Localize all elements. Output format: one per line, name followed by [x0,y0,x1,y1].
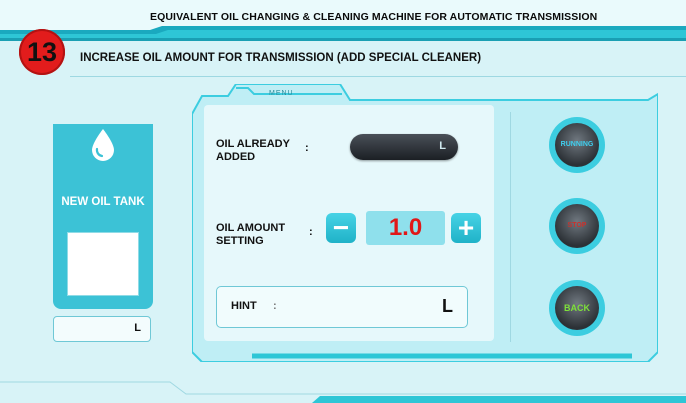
oil-drop-icon [92,129,114,161]
oil-added-label: OIL ALREADY ADDED [216,138,290,164]
app-title: EQUIVALENT OIL CHANGING & CLEANING MACHI… [150,11,598,23]
step-number-badge: 13 [19,29,65,75]
tank-level-window [67,232,139,296]
new-oil-tank: NEW OIL TANK [53,124,153,309]
header-separator [70,76,686,77]
tank-amount-readout: L [53,316,151,342]
oil-amount-label: OIL AMOUNT SETTING [216,222,285,248]
oil-amount-colon: : [309,226,313,238]
back-button-label: BACK [555,286,599,330]
increase-amount-button[interactable]: + [451,213,481,243]
panel-divider [510,112,511,342]
tank-unit: L [134,322,141,334]
oil-amount-value: 1.0 [366,211,445,245]
header-shape [0,26,686,34]
menu-tab-label: MENU [269,90,294,97]
hint-box: HINT : L [216,286,468,328]
oil-amount-label-line2: SETTING [216,235,264,247]
running-button[interactable]: RUNNING [549,117,605,173]
oil-added-label-line2: ADDED [216,151,256,163]
stop-button[interactable]: STOP [549,198,605,254]
oil-amount-label-line1: OIL AMOUNT [216,222,286,234]
stop-button-label: STOP [555,204,599,248]
back-button[interactable]: BACK [549,280,605,336]
oil-added-colon: : [305,142,309,154]
running-button-label: RUNNING [555,123,599,167]
oil-added-unit: L [439,140,446,152]
oil-added-display: L [350,134,458,160]
page-title: INCREASE OIL AMOUNT FOR TRANSMISSION (AD… [80,52,482,64]
decrease-amount-button[interactable]: − [326,213,356,243]
hint-colon: : [273,300,277,312]
oil-added-label-line1: OIL ALREADY [216,138,290,150]
footer-shape [0,381,686,403]
tank-label: NEW OIL TANK [61,196,145,208]
hint-label: HINT [231,300,257,312]
hint-unit: L [442,296,453,316]
